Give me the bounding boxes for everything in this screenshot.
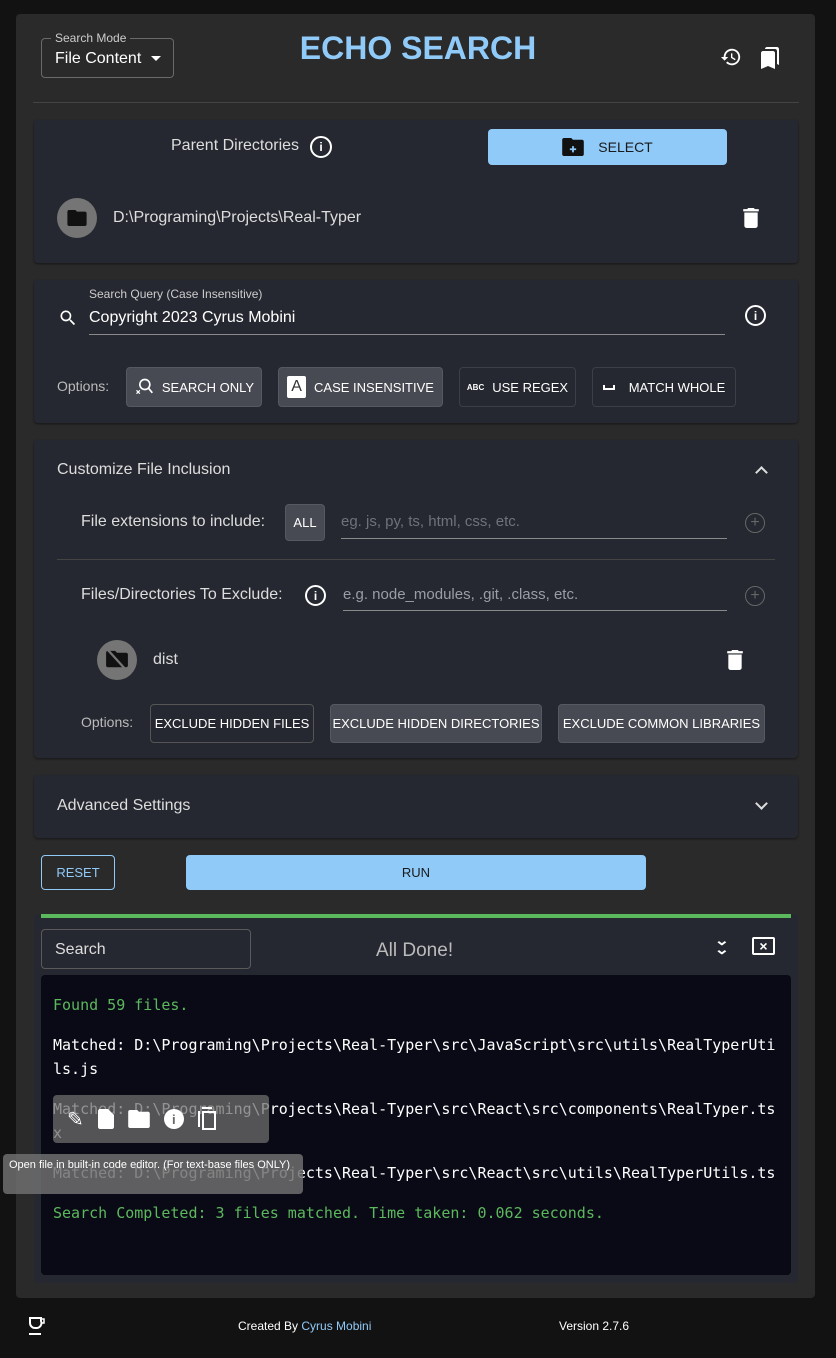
use-regex-label: USE REGEX — [492, 379, 569, 395]
excluded-item: dist — [153, 651, 178, 668]
console-line: Search Completed: 3 files matched. Time … — [53, 1204, 604, 1222]
bookmarks-icon[interactable] — [758, 46, 782, 70]
file-icon[interactable] — [97, 1109, 114, 1129]
select-label: SELECT — [598, 139, 653, 155]
extensions-input[interactable]: eg. js, py, ts, html, css, etc. — [341, 506, 727, 539]
exclude-hidden-files-label: EXCLUDE HIDDEN FILES — [154, 716, 310, 731]
add-circle-icon[interactable]: + — [745, 513, 765, 533]
match-whole-toggle[interactable]: MATCH WHOLE — [592, 367, 736, 407]
folder-icon[interactable] — [127, 1110, 150, 1128]
history-icon[interactable] — [720, 46, 742, 68]
run-label: RUN — [401, 865, 431, 880]
space-bar-icon — [602, 384, 615, 390]
created-by-text: Created By — [238, 1319, 302, 1333]
reset-button[interactable]: RESET — [41, 855, 115, 890]
search-icon — [58, 308, 78, 328]
directory-item: D:\Programing\Projects\Real-Typer — [57, 198, 777, 238]
tooltip: Open file in built-in code editor. (For … — [3, 1154, 303, 1194]
progress-fill — [41, 914, 791, 918]
exclude-input[interactable]: e.g. node_modules, .git, .class, etc. — [343, 578, 727, 611]
use-regex-toggle[interactable]: ABC USE REGEX — [459, 367, 576, 407]
parent-directories-label: Parent Directories — [171, 137, 300, 154]
author-link[interactable]: Cyrus Mobini — [301, 1319, 371, 1333]
case-insensitive-label: CASE INSENSITIVE — [314, 379, 434, 395]
coffee-icon[interactable] — [28, 1316, 46, 1336]
app-title: ECHO SEARCH — [299, 30, 537, 66]
delete-icon[interactable] — [727, 650, 743, 670]
search-off-icon — [134, 377, 154, 397]
exclude-label: Files/Directories To Exclude: — [81, 586, 283, 603]
query-options-label: Options: — [57, 378, 110, 394]
footer-credit: Created By Cyrus Mobini — [238, 1319, 371, 1333]
info-icon[interactable]: i — [305, 585, 326, 606]
run-button[interactable]: RUN — [186, 855, 646, 890]
folder-add-icon — [562, 138, 585, 156]
info-icon[interactable]: i — [310, 136, 332, 158]
all-label: ALL — [293, 515, 317, 530]
all-extensions-button[interactable]: ALL — [285, 504, 325, 541]
results-search-placeholder: Search — [55, 941, 106, 958]
console-line: Matched: D:\Programing\Projects\Real-Typ… — [53, 1036, 776, 1078]
console-line: Found 59 files. — [53, 996, 189, 1014]
results-search-input[interactable]: Search — [41, 929, 251, 969]
match-whole-label: MATCH WHOLE — [628, 379, 726, 395]
add-circle-icon[interactable]: + — [745, 586, 765, 606]
exclude-hidden-files-toggle[interactable]: EXCLUDE HIDDEN FILES — [150, 704, 314, 743]
status-text: All Done! — [376, 940, 454, 961]
extensions-label: File extensions to include: — [81, 513, 266, 530]
copy-icon[interactable] — [197, 1107, 218, 1131]
directory-path: D:\Programing\Projects\Real-Typer — [113, 209, 362, 226]
info-icon[interactable]: i — [745, 305, 766, 326]
search-query-label: Search Query (Case Insensitive) — [89, 287, 263, 301]
delete-icon[interactable] — [743, 208, 759, 228]
case-insensitive-toggle[interactable]: A CASE INSENSITIVE — [278, 367, 443, 407]
progress-bar — [41, 914, 791, 918]
close-box-icon[interactable]: × — [752, 937, 775, 955]
exclude-placeholder: e.g. node_modules, .git, .class, etc. — [343, 586, 579, 603]
version-text: Version 2.7.6 — [559, 1319, 630, 1333]
edit-icon[interactable]: ✎ — [67, 1107, 84, 1132]
exclude-common-libraries-label: EXCLUDE COMMON LIBRARIES — [562, 716, 761, 731]
exclude-hidden-directories-toggle[interactable]: EXCLUDE HIDDEN DIRECTORIES — [330, 704, 542, 743]
inclusion-options-label: Options: — [81, 714, 134, 730]
search-query-input[interactable]: Search Query (Case Insensitive) Copyrigh… — [89, 286, 725, 335]
reset-label: RESET — [56, 865, 100, 880]
file-inclusion-title[interactable]: Customize File Inclusion — [57, 461, 230, 479]
info-icon[interactable]: i — [163, 1109, 184, 1129]
search-query-value: Copyright 2023 Cyrus Mobini — [89, 309, 296, 326]
header-divider — [33, 102, 799, 103]
folder-icon — [57, 198, 97, 238]
double-chevron-down-icon[interactable]: ⌄ ⌄ — [714, 933, 729, 956]
regex-icon: ABC — [466, 382, 485, 392]
exclude-common-libraries-toggle[interactable]: EXCLUDE COMMON LIBRARIES — [558, 704, 765, 743]
advanced-settings-title[interactable]: Advanced Settings — [57, 797, 190, 815]
search-only-toggle[interactable]: SEARCH ONLY — [126, 367, 262, 407]
folder-off-icon — [97, 640, 137, 680]
case-icon: A — [287, 376, 307, 398]
file-actions-toolbar: ✎ i — [53, 1095, 269, 1143]
inclusion-divider — [57, 559, 775, 560]
select-directory-button[interactable]: SELECT — [488, 129, 727, 165]
exclude-hidden-directories-label: EXCLUDE HIDDEN DIRECTORIES — [332, 716, 540, 731]
tooltip-text: Open file in built-in code editor. (For … — [9, 1159, 291, 1171]
search-only-label: SEARCH ONLY — [161, 379, 255, 395]
extensions-placeholder: eg. js, py, ts, html, css, etc. — [341, 513, 520, 530]
